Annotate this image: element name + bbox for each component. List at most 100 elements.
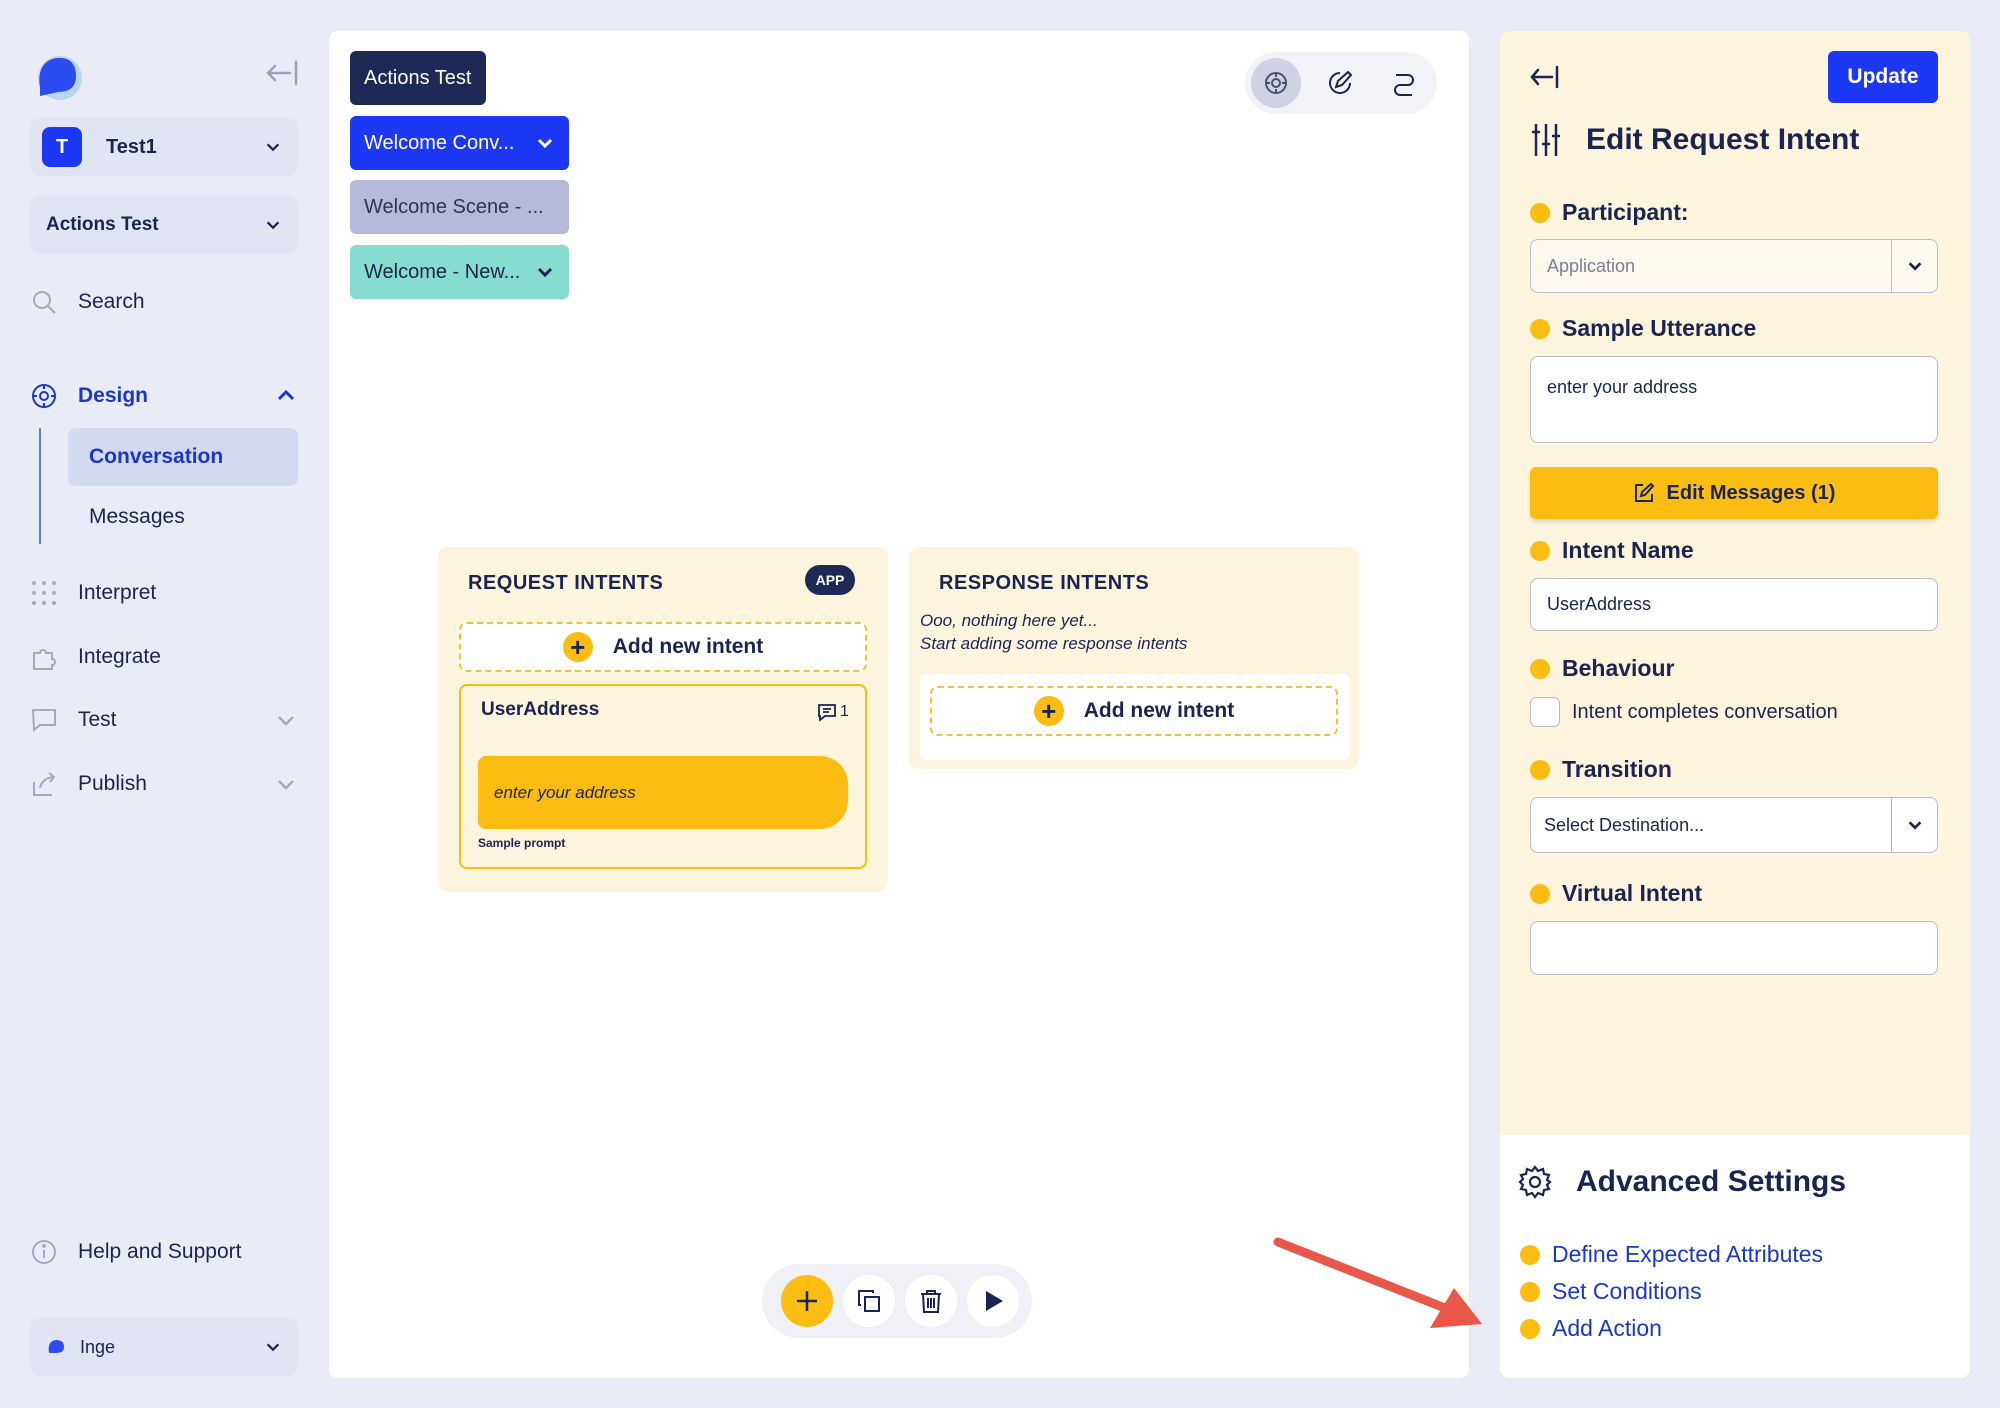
label-text: Participant:: [1562, 199, 1689, 225]
copy-icon: [858, 1290, 880, 1312]
chevron-down-icon: [278, 780, 294, 790]
sidebar-item-label: Integrate: [78, 645, 161, 668]
sidebar-item-integrate[interactable]: Integrate: [30, 635, 300, 679]
dots-grid-icon: [32, 581, 56, 605]
chip-label: Welcome Conv...: [364, 131, 515, 154]
participant-select[interactable]: Application: [1530, 239, 1938, 293]
intent-completes-checkbox[interactable]: [1530, 697, 1560, 727]
virtual-intent-input[interactable]: [1530, 921, 1938, 975]
add-action-link[interactable]: Add Action: [1520, 1315, 1662, 1342]
virtual-intent-label: Virtual Intent: [1530, 880, 1702, 907]
sidebar-item-messages[interactable]: Messages: [68, 488, 298, 546]
sidebar-item-interpret[interactable]: Interpret: [30, 571, 300, 615]
empty-state-line-2: Start adding some response intents: [920, 634, 1188, 653]
subnav-line: [39, 428, 41, 544]
user-avatar-icon: [48, 1340, 64, 1353]
chip-label: Welcome - New...: [364, 260, 521, 283]
add-intent-label: Add new intent: [612, 635, 764, 658]
share-icon: [33, 772, 56, 796]
required-dot: [1530, 658, 1550, 679]
advanced-settings-title: Advanced Settings: [1576, 1165, 1847, 1198]
update-button[interactable]: Update: [1828, 51, 1938, 103]
transition-select[interactable]: Select Destination...: [1530, 797, 1938, 853]
add-response-intent-button[interactable]: + Add new intent: [930, 686, 1338, 736]
define-expected-attributes-link[interactable]: Define Expected Attributes: [1520, 1241, 1823, 1268]
plus-icon: +: [1033, 696, 1064, 726]
intent-name-input[interactable]: UserAddress: [1530, 578, 1938, 631]
duplicate-button[interactable]: [843, 1275, 895, 1327]
collapse-sidebar-icon[interactable]: [264, 58, 300, 88]
chevron-down-icon: [537, 267, 553, 278]
search-icon: [33, 291, 56, 314]
chip-label: Actions Test: [364, 66, 472, 89]
chevron-down-icon: [537, 138, 553, 149]
add-button[interactable]: [781, 1275, 833, 1327]
chevron-down-icon: [266, 221, 280, 230]
transition-label: Transition: [1530, 756, 1672, 783]
chat-icon: [31, 709, 56, 733]
panel-title: Edit Request Intent: [1586, 123, 1860, 156]
user-name: Inge: [80, 1336, 116, 1357]
design-view-button[interactable]: [1251, 58, 1301, 108]
breadcrumb-chip-turn[interactable]: Welcome - New...: [350, 245, 569, 299]
chevron-up-icon: [277, 389, 295, 401]
sidebar-item-test[interactable]: Test: [30, 698, 300, 742]
chevron-down-icon: [278, 716, 294, 726]
sidebar-item-design[interactable]: Design: [30, 374, 300, 418]
design-icon: [1265, 72, 1287, 94]
design-icon: [32, 384, 56, 408]
sidebar-item-label: Interpret: [78, 581, 157, 604]
label-text: Transition: [1562, 756, 1672, 782]
checkbox-label: Intent completes conversation: [1572, 700, 1838, 723]
sidebar-item-search[interactable]: Search: [30, 280, 300, 324]
plus-icon: +: [562, 632, 593, 662]
sidebar-item-label: Publish: [78, 772, 147, 795]
option-dot: [1520, 1244, 1540, 1265]
chevron-down-icon: [266, 1343, 280, 1352]
link-label: Add Action: [1552, 1315, 1662, 1341]
close-panel-icon[interactable]: [1530, 64, 1560, 90]
add-request-intent-button[interactable]: + Add new intent: [459, 622, 867, 672]
play-button[interactable]: [967, 1275, 1019, 1327]
flow-icon: [1394, 74, 1414, 96]
set-conditions-link[interactable]: Set Conditions: [1520, 1278, 1702, 1305]
workspace-selector[interactable]: T Test1: [30, 118, 298, 176]
workspace-name: Test1: [106, 135, 157, 158]
breadcrumb-chip-project[interactable]: Actions Test: [350, 51, 486, 105]
sidebar-item-publish[interactable]: Publish: [30, 762, 300, 806]
annotation-arrow: [1273, 1237, 1482, 1328]
sidebar-item-help[interactable]: Help and Support: [30, 1230, 300, 1274]
edit-view-button[interactable]: [1315, 58, 1365, 108]
option-dot: [1520, 1318, 1540, 1339]
chip-label: Welcome Scene - ...: [364, 195, 544, 218]
add-intent-label: Add new intent: [1083, 699, 1235, 722]
required-dot: [1530, 540, 1550, 561]
project-selector[interactable]: Actions Test: [30, 196, 298, 254]
chevron-down-icon: [1908, 262, 1921, 271]
sliders-icon: [1532, 124, 1560, 156]
sidebar-item-conversation[interactable]: Conversation: [68, 428, 298, 486]
label-text: Sample Utterance: [1562, 315, 1757, 341]
sidebar-item-label: Test: [78, 708, 117, 731]
breadcrumb-chip-scene[interactable]: Welcome Scene - ...: [350, 180, 569, 234]
user-menu[interactable]: Inge: [30, 1318, 298, 1376]
dropdown-toggle: [1891, 240, 1937, 292]
edit-messages-button[interactable]: Edit Messages (1): [1530, 467, 1938, 519]
chevron-down-icon: [1908, 821, 1921, 830]
sidebar-item-label: Help and Support: [78, 1240, 242, 1263]
response-intents-title: RESPONSE INTENTS: [939, 572, 1150, 594]
label-text: Behaviour: [1562, 655, 1675, 681]
advanced-settings-header: Advanced Settings: [1518, 1165, 1846, 1199]
required-dot: [1530, 202, 1550, 223]
flow-view-button[interactable]: [1379, 58, 1429, 108]
breadcrumb-chip-conversation[interactable]: Welcome Conv...: [350, 116, 569, 170]
participant-value: Application: [1547, 255, 1636, 276]
request-intents-title: REQUEST INTENTS: [468, 572, 664, 594]
required-dot: [1530, 759, 1550, 780]
link-label: Define Expected Attributes: [1552, 1241, 1824, 1267]
label-text: Intent Name: [1562, 537, 1694, 563]
sidebar-item-label: Design: [78, 384, 149, 407]
sample-utterance-textarea[interactable]: enter your address: [1530, 356, 1938, 443]
participant-badge: APP: [805, 565, 855, 595]
delete-button[interactable]: [905, 1275, 957, 1327]
